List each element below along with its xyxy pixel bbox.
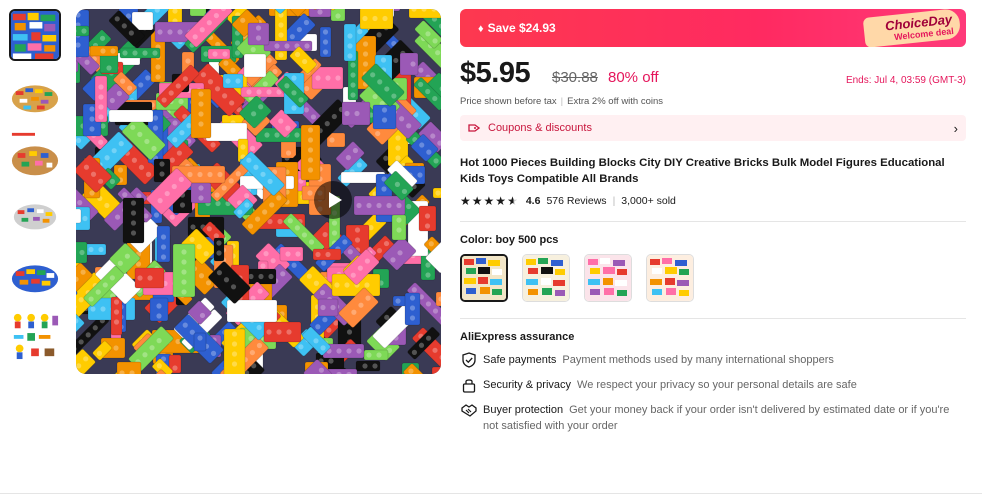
coins-note: Extra 2% off with coins [567,96,664,107]
color-label-text: Color: [460,234,493,246]
rating-row: ★ ★ ★ ★ ★ 4.6 576 Reviews | 3,000+ sold [460,195,966,207]
selected-color-value: boy 500 pcs [495,234,559,246]
thumbnail-list [9,9,63,369]
star-icon: ★ [471,194,483,208]
divider [460,221,966,222]
assurance-title: AliExpress assurance [460,331,575,343]
divider: | [560,96,564,107]
bricks-pile-image [10,130,60,180]
flame-icon: ♦ [478,23,484,35]
star-icon: ★ [495,194,507,208]
bricks-pile-image [10,250,60,300]
choice-day-badge: ChoiceDay Welcome deal [861,9,966,47]
rating-score: 4.6 [525,195,541,207]
swatch-4[interactable] [646,254,694,302]
thumbnail-2[interactable] [9,69,61,121]
half-star-icon: ★ [507,194,518,208]
swatch-image [585,255,631,301]
save-label: ♦ Save $24.93 [478,21,556,35]
swatch-image [647,255,693,301]
assurance-name: Security & privacy [483,379,572,391]
handshake-icon [461,404,477,417]
thumbnail-5[interactable] [9,249,61,301]
star-icon: ★ [483,194,495,208]
divider [0,493,982,494]
swatch-3[interactable] [584,254,632,302]
promo-banner: ♦ Save $24.93 ChoiceDay Welcome deal [460,9,966,47]
bricks-image [76,9,441,374]
sold-count: 3,000+ sold [621,195,676,207]
swatch-boy-500[interactable] [460,254,508,302]
play-icon [328,192,342,208]
bricks-pile-image [10,70,60,120]
swatch-image [462,256,506,300]
thumbnail-3[interactable] [9,129,61,181]
star-icon: ★ [460,194,471,208]
discount-badge: 80% off [608,69,659,86]
thumbnail-4[interactable] [9,189,61,241]
bricks-pile-image [10,190,60,240]
assurance-safe-payments: Safe payments Payment methods used by ma… [460,352,966,368]
tax-note-text: Price shown before tax [460,96,557,107]
color-swatches [460,254,966,302]
product-info: ♦ Save $24.93 ChoiceDay Welcome deal $5.9… [460,9,966,434]
play-video-button[interactable] [314,181,352,219]
save-text: Save $24.93 [487,21,556,35]
thumbnail-1[interactable] [9,9,61,61]
tax-note: Price shown before tax | Extra 2% off with… [460,96,966,107]
deal-end-time: Ends: Jul 4, 03:59 (GMT-3) [845,75,966,86]
product-title: Hot 1000 Pieces Building Blocks City DIY… [460,157,945,185]
coupon-tag-icon [468,124,480,132]
assurance-buyer-protection: Buyer protection Get your money back if y… [460,402,966,434]
divider: | [612,195,616,207]
lock-icon [462,379,476,393]
buyer-protection-text: Buyer protection Get your money back if y… [483,402,966,434]
chevron-right-icon: › [953,120,958,136]
swatch-image [523,255,569,301]
thumbnail-6[interactable] [9,309,61,361]
main-product-image[interactable] [76,9,441,374]
price-row: $5.95 $30.88 80% off Ends: Jul 4, 03:59 … [460,57,966,91]
reviews-link[interactable]: 576 Reviews [546,195,606,207]
coupon-label: Coupons & discounts [488,122,592,134]
coupons-discounts-row[interactable]: Coupons & discounts › [460,115,966,141]
assurance-security-privacy: Security & privacy We respect your priva… [460,377,966,393]
figures-image [10,310,60,360]
assurance-name: Buyer protection [483,404,564,416]
assurance-desc: Payment methods used by many internation… [562,354,834,366]
current-price: $5.95 [460,57,531,89]
swatch-2[interactable] [522,254,570,302]
divider [460,318,966,319]
original-price: $30.88 [552,69,598,86]
star-rating: ★ ★ ★ ★ ★ [460,195,519,207]
bricks-image [11,11,59,59]
assurance-name: Safe payments [483,354,557,366]
assurance-desc: We respect your privacy so your personal… [577,379,857,391]
shield-check-icon [462,352,476,368]
color-label: Color: boy 500 pcs [460,234,966,246]
